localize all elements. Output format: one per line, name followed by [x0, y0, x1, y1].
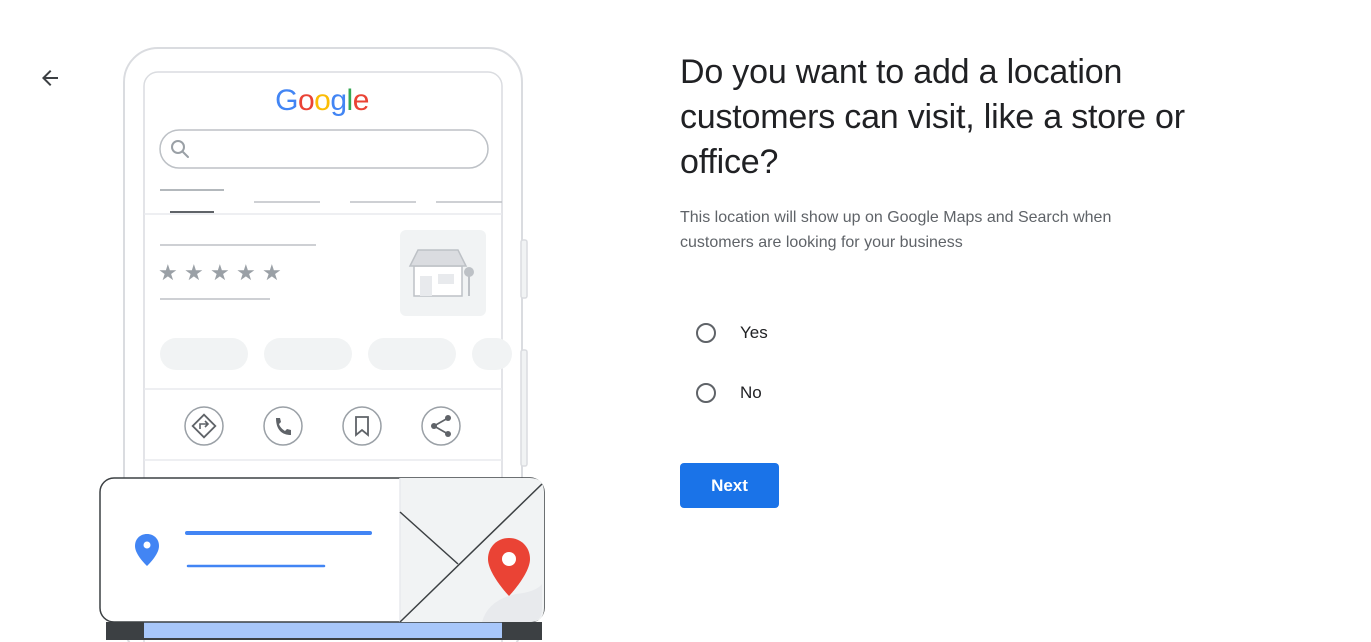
option-yes[interactable]: Yes [696, 303, 1240, 363]
illustration-search-bar [159, 129, 489, 169]
page-title: Do you want to add a location customers … [680, 53, 1185, 181]
page-subtitle: This location will show up on Google Map… [680, 209, 1112, 251]
rating-stars: ★ ★ ★ ★ ★ [158, 261, 282, 286]
option-no-label: No [740, 383, 762, 402]
star-icon: ★ [184, 261, 204, 286]
google-logo: Google [275, 84, 369, 117]
share-icon [421, 406, 461, 446]
star-icon: ★ [236, 261, 256, 286]
back-button[interactable] [30, 58, 70, 98]
page: Google ★ ★ ★ ★ ★ Do you want to add a lo… [0, 0, 1371, 642]
location-radio-group: Yes No [696, 303, 1240, 423]
directions-icon [184, 406, 224, 446]
radio-button[interactable] [696, 383, 716, 403]
option-yes-label: Yes [740, 323, 768, 342]
business-listing-illustration: Google ★ ★ ★ ★ ★ [96, 44, 548, 642]
radio-button[interactable] [696, 323, 716, 343]
bookmark-icon [342, 406, 382, 446]
star-icon: ★ [158, 261, 178, 286]
store-thumbnail-icon [400, 230, 486, 316]
star-icon: ★ [262, 261, 282, 286]
phone-illustration: Google ★ ★ ★ ★ ★ [99, 47, 545, 642]
option-no[interactable]: No [696, 363, 1240, 423]
phone-icon [263, 406, 303, 446]
location-question-panel: Do you want to add a location customers … [680, 50, 1240, 508]
map-card [99, 477, 545, 640]
next-button[interactable]: Next [680, 463, 779, 508]
star-icon: ★ [210, 261, 230, 286]
arrow-back-icon [42, 70, 58, 86]
